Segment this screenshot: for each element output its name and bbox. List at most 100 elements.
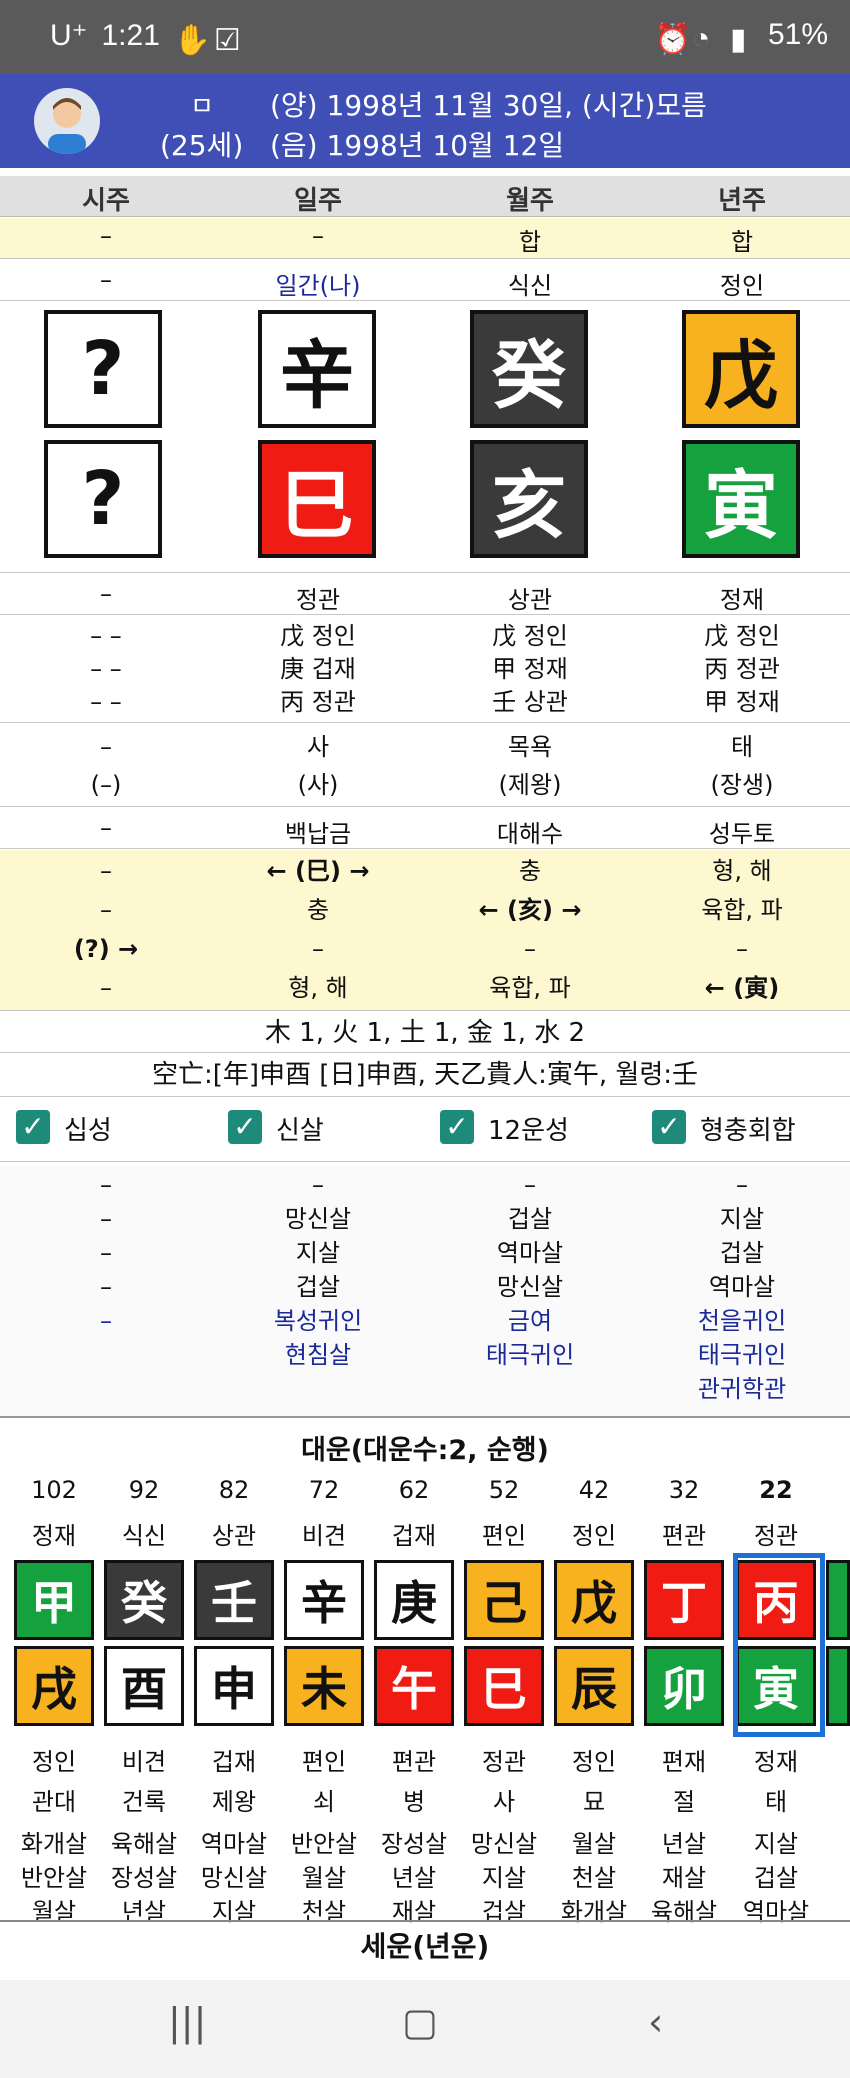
daeun-unseong: 건록 [121, 1788, 167, 1816]
wifi-icon: ◔ [691, 22, 711, 55]
daeun-sinsal: 장성살 [110, 1864, 178, 1892]
checkbox-hyeongchung[interactable]: ✓ [652, 1110, 686, 1144]
stem-year[interactable]: 戊 [682, 310, 800, 428]
sinsal-day: – 망신살 지살 겁살 복성귀인 현침살 [273, 1171, 363, 1369]
recent-apps-icon[interactable]: ||| [168, 2000, 206, 2044]
checkbox-label-sipseong[interactable]: 십성 [64, 1110, 112, 1147]
elements-count: 木 1, 火 1, 土 1, 金 1, 水 2 [0, 1012, 850, 1053]
battery-label: 51% [767, 18, 828, 51]
daeun-stem[interactable]: 癸 [104, 1560, 184, 1640]
gongmang-info: 空亡:[年]申酉 [日]申酉, 天乙貴人:寅午, 월령:壬 [0, 1054, 850, 1097]
daeun-branch-tengod: 편관 [391, 1748, 437, 1776]
checkbox-unseong[interactable]: ✓ [440, 1110, 474, 1144]
daeun-sinsal: 월살 [571, 1830, 617, 1858]
daeun-sinsal: 천살 [571, 1864, 617, 1892]
napeum-row: – 백납금 대해수 성두토 [0, 808, 850, 849]
daeun-stem[interactable]: 辛 [284, 1560, 364, 1640]
daeun-branch[interactable]: 酉 [104, 1646, 184, 1726]
back-icon[interactable]: ‹ [648, 2000, 663, 2044]
stem-month[interactable]: 癸 [470, 310, 588, 428]
daeun-unseong: 쇠 [312, 1788, 336, 1816]
navigation-bar: ||| ▢ ‹ [0, 1980, 850, 2078]
daeun-sinsal: 육해살 [110, 1830, 178, 1858]
daeun-branch[interactable]: 未 [284, 1646, 364, 1726]
sinsal-hour: – – – – – [100, 1171, 112, 1335]
daeun-age: 82 [218, 1476, 250, 1504]
daeun-branch[interactable]: 午 [374, 1646, 454, 1726]
divider [0, 1160, 850, 1162]
daeun-branch-tengod: 편재 [661, 1748, 707, 1776]
branch-day[interactable]: 巳 [258, 440, 376, 558]
daeun-stem[interactable]: 庚 [374, 1560, 454, 1640]
daeun-stem[interactable]: 戊 [554, 1560, 634, 1640]
relations-row: – – (?) → – ← (巳) → 충 – 형, 해 충 ← (亥) → – 육합, 파 형,… [0, 850, 850, 1011]
carrier-label: U⁺ [50, 19, 88, 52]
lunar-birthdate: (음) 1998년 10월 12일 [270, 129, 565, 162]
relations-hour: – – (?) → – [73, 857, 139, 1002]
branch-month[interactable]: 亥 [470, 440, 588, 558]
daeun-branch-tengod: 정인 [571, 1748, 617, 1776]
column-month: 월주 [506, 186, 554, 216]
daeun-branch-tengod: 정관 [481, 1748, 527, 1776]
home-icon[interactable]: ▢ [402, 2000, 438, 2044]
napeum-cell: 대해수 [496, 820, 564, 848]
seun-title: 세운(년운) [360, 1930, 490, 1963]
daeun-stem-tengod: 편관 [661, 1522, 707, 1550]
daeun-stem-tengod: 겁재 [391, 1522, 437, 1550]
tengod-cell: 식신 [507, 272, 553, 300]
daeun-stem-tengod: 편인 [481, 1522, 527, 1550]
checkbox-sipseong[interactable]: ✓ [16, 1110, 50, 1144]
daeun-sinsal: 지살 [481, 1864, 527, 1892]
sinsal-year: – 지살 겁살 역마살 천을귀인 태극귀인 관귀학관 [697, 1171, 787, 1403]
daeun-stem[interactable]: 甲 [14, 1560, 94, 1640]
unseong-row: – (–) 사 (사) 목욕 (제왕) 태 (장생) [0, 724, 850, 807]
branch-year[interactable]: 寅 [682, 440, 800, 558]
daeun-age: 62 [398, 1476, 430, 1504]
daeun-sinsal: 겁살 [753, 1864, 799, 1892]
notification-icon: ✋ [173, 23, 212, 57]
hap-cell: 합 [730, 228, 754, 256]
napeum-cell: 성두토 [708, 820, 776, 848]
relations-year: 형, 해 육합, 파 – ← (寅) [701, 857, 783, 1002]
checkbox-sinsal[interactable]: ✓ [228, 1110, 262, 1144]
daeun-title: 대운(대운수:2, 순행) [301, 1435, 549, 1466]
daeun-branch[interactable]: 申 [194, 1646, 274, 1726]
stem-day[interactable]: 辛 [258, 310, 376, 428]
tengod-cell: 정관 [295, 586, 341, 614]
napeum-cell: 백납금 [284, 820, 352, 848]
daeun-next-partial[interactable] [826, 1646, 850, 1726]
branch-hour[interactable]: ? [44, 440, 162, 558]
daeun-sinsal: 장성살 [380, 1830, 448, 1858]
checkbox-label-hyeongchung[interactable]: 형충회합 [700, 1110, 796, 1147]
daeun-age: 22 [759, 1476, 793, 1504]
column-day: 일주 [294, 186, 342, 216]
hap-row: – – 합 합 [0, 218, 850, 259]
checkbox-label-sinsal[interactable]: 신살 [276, 1110, 324, 1147]
daeun-sinsal: 반안살 [20, 1864, 88, 1892]
daeun-age: 52 [488, 1476, 520, 1504]
pillar-header-row: 시주 일주 월주 년주 [0, 176, 850, 217]
column-hour: 시주 [82, 186, 130, 216]
checkbox-label-unseong[interactable]: 12운성 [488, 1110, 569, 1147]
hap-cell: – [100, 222, 112, 250]
stem-hour[interactable]: ? [44, 310, 162, 428]
daeun-sinsal: 망신살 [200, 1864, 268, 1892]
hidden-stems-year: 戊 정인 丙 정관 甲 정재 [704, 622, 780, 716]
avatar[interactable] [34, 88, 100, 154]
daeun-branch[interactable]: 巳 [464, 1646, 544, 1726]
unseong-month: 목욕 (제왕) [498, 733, 562, 799]
daeun-sinsal: 망신살 [470, 1830, 538, 1858]
daeun-next-partial[interactable] [826, 1560, 850, 1640]
daeun-stem[interactable]: 壬 [194, 1560, 274, 1640]
napeum-cell: – [100, 814, 112, 842]
tengod-cell: – [100, 580, 112, 608]
daeun-branch[interactable]: 卯 [644, 1646, 724, 1726]
daeun-branch[interactable]: 戌 [14, 1646, 94, 1726]
daeun-branch-tengod: 비견 [121, 1748, 167, 1776]
daeun-stem[interactable]: 丁 [644, 1560, 724, 1640]
solar-birthdate: (양) 1998년 11월 30일, (시간)모름 [270, 89, 707, 122]
daeun-stem[interactable]: 己 [464, 1560, 544, 1640]
divider [0, 1920, 850, 1922]
profile-name: ㅁ [190, 92, 214, 122]
daeun-branch[interactable]: 辰 [554, 1646, 634, 1726]
